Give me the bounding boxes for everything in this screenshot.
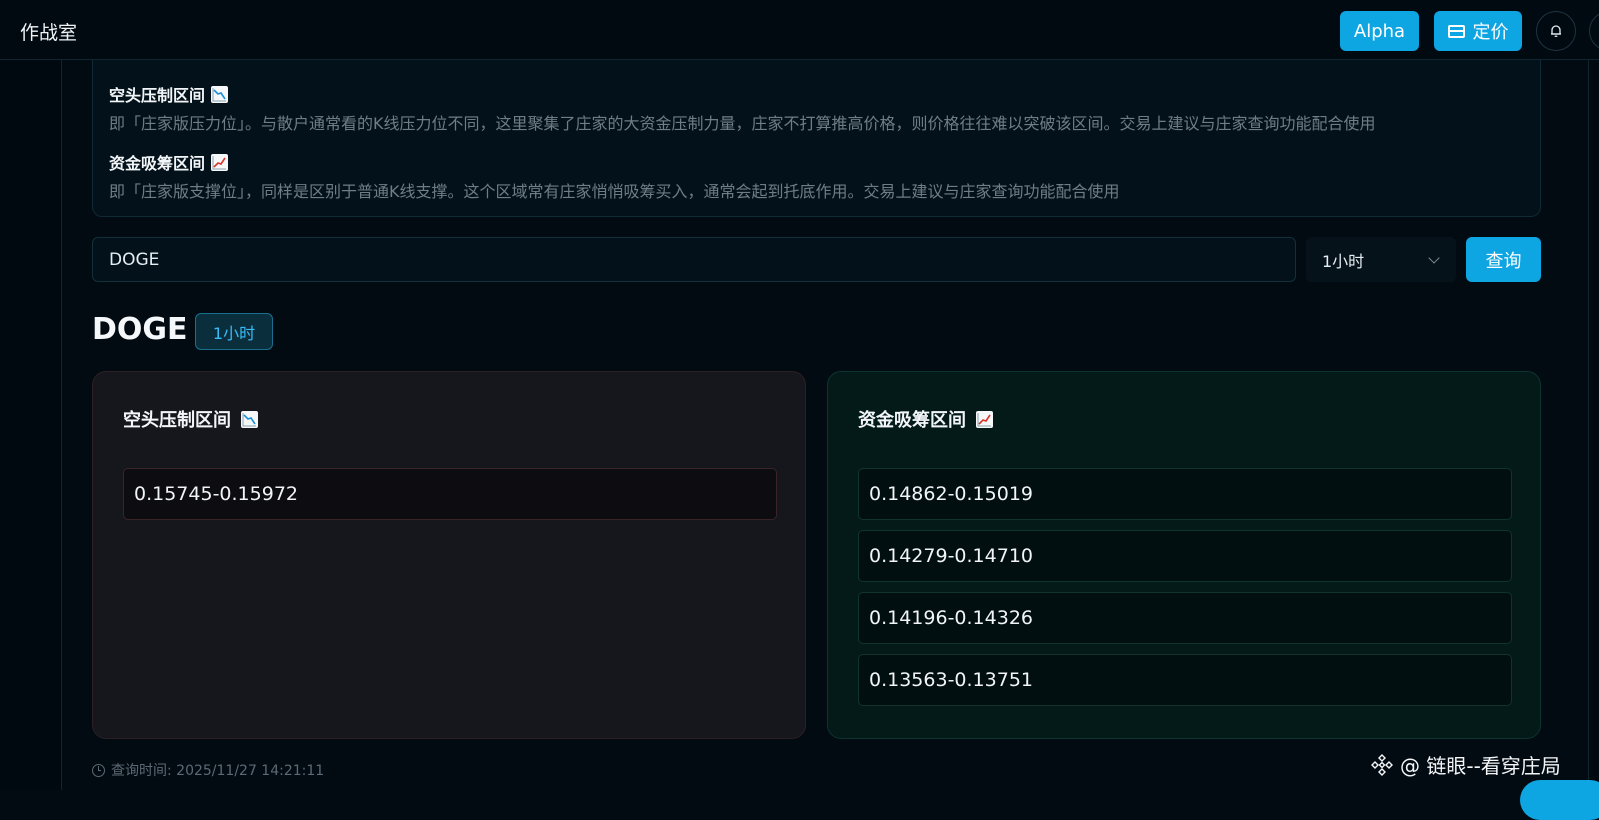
short-range-item: 0.15745-0.15972 xyxy=(123,468,777,520)
long-panel-title: 资金吸筹区间 xyxy=(858,406,993,432)
credit-card-icon xyxy=(1447,24,1465,38)
watermark: @ 链眼--看穿庄局 xyxy=(1370,750,1561,779)
right-scroll-edge xyxy=(1588,60,1599,790)
alpha-button[interactable]: Alpha xyxy=(1340,11,1419,51)
pricing-button[interactable]: 定价 xyxy=(1434,11,1522,51)
info-short-desc: 即「庄家版压力位」。与散户通常看的K线压力位不同，这里聚集了庄家的大资金压制力量… xyxy=(109,114,1376,133)
notifications-button[interactable] xyxy=(1536,11,1576,51)
query-time: 查询时间: 2025/11/27 14:21:11 xyxy=(92,760,324,780)
binance-logo-icon xyxy=(1371,753,1393,776)
top-bar: 作战室 Alpha 定价 xyxy=(0,0,1599,60)
long-range-item: 0.13563-0.13751 xyxy=(858,654,1512,706)
interval-select-value: 1小时 xyxy=(1322,251,1365,271)
info-box: 空头压制区间 即「庄家版压力位」。与散户通常看的K线压力位不同，这里聚集了庄家的… xyxy=(92,60,1541,217)
symbol-input[interactable] xyxy=(92,237,1296,282)
info-long-title-text: 资金吸筹区间 xyxy=(109,154,206,173)
result-symbol-title: DOGE xyxy=(92,312,188,347)
result-interval-badge: 1小时 xyxy=(195,313,273,350)
long-range-item: 0.14862-0.15019 xyxy=(858,468,1512,520)
long-panel-title-text: 资金吸筹区间 xyxy=(858,410,966,431)
chart-increasing-icon xyxy=(976,410,993,428)
short-panel-title: 空头压制区间 xyxy=(123,406,258,432)
pricing-button-label: 定价 xyxy=(1472,22,1509,43)
bell-icon xyxy=(1551,25,1561,37)
query-button[interactable]: 查询 xyxy=(1466,237,1541,282)
short-pressure-panel: 空头压制区间 0.15745-0.15972 xyxy=(92,371,806,739)
long-range-item: 0.14196-0.14326 xyxy=(858,592,1512,644)
sidebar xyxy=(0,60,62,790)
interval-select[interactable]: 1小时 xyxy=(1306,237,1456,282)
clock-icon xyxy=(92,763,105,777)
info-long-title: 资金吸筹区间 xyxy=(109,150,229,174)
query-time-text: 查询时间: 2025/11/27 14:21:11 xyxy=(111,763,325,779)
floating-action-button[interactable] xyxy=(1520,780,1599,820)
chevron-down-icon xyxy=(1428,252,1440,264)
info-long-desc: 即「庄家版支撑位」，同样是区别于普通K线支撑。这个区域常有庄家悄悄吸筹买入，通常… xyxy=(109,182,1120,201)
user-menu-button[interactable] xyxy=(1589,11,1599,51)
watermark-text: @ 链眼--看穿庄局 xyxy=(1400,754,1561,778)
chart-decreasing-icon xyxy=(241,410,258,428)
info-short-title: 空头压制区间 xyxy=(109,82,229,106)
long-range-item: 0.14279-0.14710 xyxy=(858,530,1512,582)
chart-decreasing-icon xyxy=(211,85,229,103)
accumulation-panel: 资金吸筹区间 0.14862-0.15019 0.14279-0.14710 0… xyxy=(827,371,1541,739)
app-title: 作战室 xyxy=(20,22,78,44)
chart-increasing-icon xyxy=(211,153,229,171)
info-short-title-text: 空头压制区间 xyxy=(109,86,206,105)
short-panel-title-text: 空头压制区间 xyxy=(123,410,231,431)
